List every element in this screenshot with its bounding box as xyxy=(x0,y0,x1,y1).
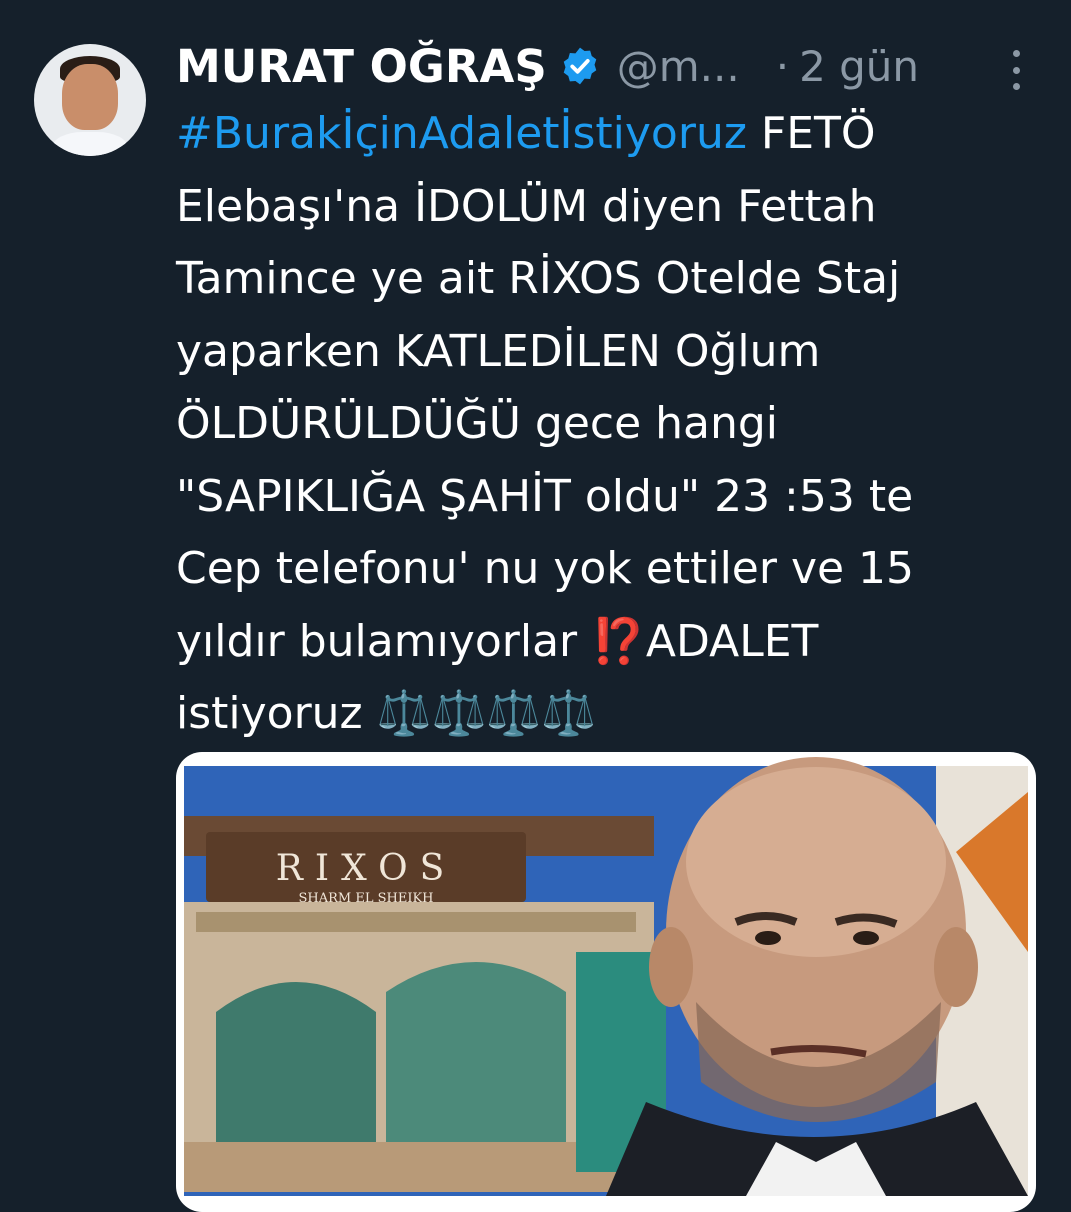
tweet-text-fragment: istiyoruz xyxy=(176,688,377,739)
more-dot xyxy=(1012,83,1020,90)
interrobang-emoji: ⁉️ xyxy=(591,615,646,667)
media-photo: RIXOS SHARM EL SHEIKH xyxy=(184,757,1028,1196)
verified-badge-icon xyxy=(563,47,597,85)
tweet-line: istiyoruz ⚖️⚖️⚖️⚖️ xyxy=(176,678,1046,751)
tweet-text-fragment: ADALET xyxy=(645,615,819,667)
tweet-line: "SAPIKLIĞA ŞAHİT oldu" 23 :53 te xyxy=(176,470,914,522)
author-avatar[interactable] xyxy=(34,44,146,156)
tweet-line: #BurakİçinAdaletİstiyoruz FETÖ xyxy=(176,98,1046,171)
rixos-sign-text: RIXOS xyxy=(276,848,457,889)
header-separator: · xyxy=(775,41,790,91)
tweet-line: ÖLDÜRÜLDÜĞÜ gece hangi xyxy=(176,398,779,449)
tweet-line: Cep telefonu' nu yok ettiler ve 15 xyxy=(176,543,915,594)
tweet-timestamp[interactable]: 2 gün xyxy=(799,42,919,91)
tweet-line: Tamince ye ait RİXOS Otelde Staj xyxy=(176,253,901,304)
tweet-text: #BurakİçinAdaletİstiyoruz FETÖ Elebaşı'n… xyxy=(176,98,1046,751)
avatar-face xyxy=(62,64,118,130)
tweet-text-fragment: yıldır bulamıyorlar xyxy=(176,615,592,667)
avatar-shirt xyxy=(52,132,128,156)
author-handle[interactable]: @m... xyxy=(617,42,740,91)
scales-emoji: ⚖️⚖️⚖️⚖️ xyxy=(376,688,596,739)
tweet-line: yaparken KATLEDİLEN Oğlum xyxy=(176,325,821,377)
more-dot xyxy=(1012,66,1020,74)
tweet-media-image[interactable]: RIXOS SHARM EL SHEIKH xyxy=(176,752,1036,1212)
more-options-icon[interactable] xyxy=(1006,50,1026,90)
tweet-card[interactable]: MURAT OĞRAŞ @m... · 2 gün #BurakİçinAdal… xyxy=(0,0,1071,1212)
author-name[interactable]: MURAT OĞRAŞ xyxy=(176,40,547,93)
tweet-line: yıldır bulamıyorlar ⁉️ADALET xyxy=(176,606,1046,679)
tweet-text-fragment: FETÖ xyxy=(746,108,876,159)
more-dot xyxy=(1012,50,1020,57)
tweet-header: MURAT OĞRAŞ @m... · 2 gün xyxy=(176,34,1046,98)
hashtag-link[interactable]: #BurakİçinAdaletİstiyoruz xyxy=(176,108,747,159)
tweet-line: Elebaşı'na İDOLÜM diyen Fettah xyxy=(176,180,877,232)
